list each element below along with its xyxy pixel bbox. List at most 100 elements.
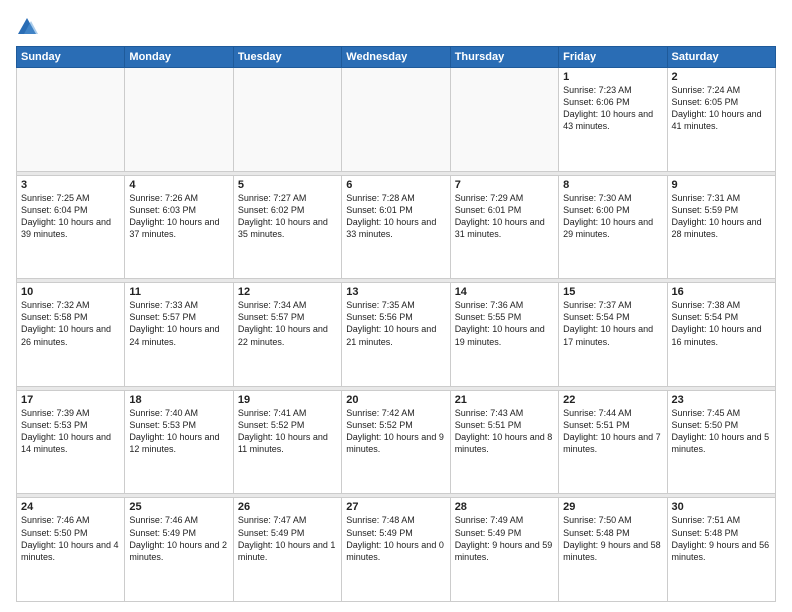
day-number: 29 <box>563 501 662 513</box>
calendar-cell: 28Sunrise: 7:49 AM Sunset: 5:49 PM Dayli… <box>450 498 558 602</box>
calendar-cell <box>17 68 125 172</box>
weekday-header-sunday: Sunday <box>17 47 125 68</box>
calendar-cell: 14Sunrise: 7:36 AM Sunset: 5:55 PM Dayli… <box>450 283 558 387</box>
weekday-header-thursday: Thursday <box>450 47 558 68</box>
day-info: Sunrise: 7:36 AM Sunset: 5:55 PM Dayligh… <box>455 299 554 348</box>
calendar-cell: 20Sunrise: 7:42 AM Sunset: 5:52 PM Dayli… <box>342 390 450 494</box>
day-info: Sunrise: 7:47 AM Sunset: 5:49 PM Dayligh… <box>238 514 337 563</box>
calendar-cell: 12Sunrise: 7:34 AM Sunset: 5:57 PM Dayli… <box>233 283 341 387</box>
day-info: Sunrise: 7:31 AM Sunset: 5:59 PM Dayligh… <box>672 192 771 241</box>
day-info: Sunrise: 7:27 AM Sunset: 6:02 PM Dayligh… <box>238 192 337 241</box>
day-number: 5 <box>238 179 337 191</box>
calendar-cell: 26Sunrise: 7:47 AM Sunset: 5:49 PM Dayli… <box>233 498 341 602</box>
calendar-cell: 30Sunrise: 7:51 AM Sunset: 5:48 PM Dayli… <box>667 498 775 602</box>
day-info: Sunrise: 7:30 AM Sunset: 6:00 PM Dayligh… <box>563 192 662 241</box>
day-info: Sunrise: 7:42 AM Sunset: 5:52 PM Dayligh… <box>346 407 445 456</box>
calendar-cell: 7Sunrise: 7:29 AM Sunset: 6:01 PM Daylig… <box>450 175 558 279</box>
calendar-cell: 16Sunrise: 7:38 AM Sunset: 5:54 PM Dayli… <box>667 283 775 387</box>
day-number: 6 <box>346 179 445 191</box>
calendar-cell: 27Sunrise: 7:48 AM Sunset: 5:49 PM Dayli… <box>342 498 450 602</box>
day-info: Sunrise: 7:49 AM Sunset: 5:49 PM Dayligh… <box>455 514 554 563</box>
day-info: Sunrise: 7:43 AM Sunset: 5:51 PM Dayligh… <box>455 407 554 456</box>
day-number: 24 <box>21 501 120 513</box>
logo-icon <box>16 16 38 38</box>
day-number: 14 <box>455 286 554 298</box>
day-number: 9 <box>672 179 771 191</box>
calendar-cell: 15Sunrise: 7:37 AM Sunset: 5:54 PM Dayli… <box>559 283 667 387</box>
calendar-cell: 25Sunrise: 7:46 AM Sunset: 5:49 PM Dayli… <box>125 498 233 602</box>
calendar-cell: 6Sunrise: 7:28 AM Sunset: 6:01 PM Daylig… <box>342 175 450 279</box>
day-number: 15 <box>563 286 662 298</box>
day-number: 16 <box>672 286 771 298</box>
calendar-week-2: 3Sunrise: 7:25 AM Sunset: 6:04 PM Daylig… <box>17 175 776 279</box>
calendar-cell <box>233 68 341 172</box>
day-info: Sunrise: 7:38 AM Sunset: 5:54 PM Dayligh… <box>672 299 771 348</box>
day-number: 25 <box>129 501 228 513</box>
day-number: 1 <box>563 71 662 83</box>
calendar-week-1: 1Sunrise: 7:23 AM Sunset: 6:06 PM Daylig… <box>17 68 776 172</box>
day-info: Sunrise: 7:46 AM Sunset: 5:50 PM Dayligh… <box>21 514 120 563</box>
day-info: Sunrise: 7:37 AM Sunset: 5:54 PM Dayligh… <box>563 299 662 348</box>
day-number: 11 <box>129 286 228 298</box>
weekday-header-wednesday: Wednesday <box>342 47 450 68</box>
day-info: Sunrise: 7:51 AM Sunset: 5:48 PM Dayligh… <box>672 514 771 563</box>
calendar-cell: 10Sunrise: 7:32 AM Sunset: 5:58 PM Dayli… <box>17 283 125 387</box>
day-info: Sunrise: 7:35 AM Sunset: 5:56 PM Dayligh… <box>346 299 445 348</box>
day-number: 8 <box>563 179 662 191</box>
day-info: Sunrise: 7:32 AM Sunset: 5:58 PM Dayligh… <box>21 299 120 348</box>
calendar-cell: 8Sunrise: 7:30 AM Sunset: 6:00 PM Daylig… <box>559 175 667 279</box>
day-info: Sunrise: 7:41 AM Sunset: 5:52 PM Dayligh… <box>238 407 337 456</box>
calendar-cell: 21Sunrise: 7:43 AM Sunset: 5:51 PM Dayli… <box>450 390 558 494</box>
day-info: Sunrise: 7:48 AM Sunset: 5:49 PM Dayligh… <box>346 514 445 563</box>
calendar-cell: 23Sunrise: 7:45 AM Sunset: 5:50 PM Dayli… <box>667 390 775 494</box>
day-number: 7 <box>455 179 554 191</box>
calendar-week-5: 24Sunrise: 7:46 AM Sunset: 5:50 PM Dayli… <box>17 498 776 602</box>
day-info: Sunrise: 7:44 AM Sunset: 5:51 PM Dayligh… <box>563 407 662 456</box>
day-number: 10 <box>21 286 120 298</box>
day-number: 3 <box>21 179 120 191</box>
day-info: Sunrise: 7:24 AM Sunset: 6:05 PM Dayligh… <box>672 84 771 133</box>
day-info: Sunrise: 7:28 AM Sunset: 6:01 PM Dayligh… <box>346 192 445 241</box>
weekday-header-row: SundayMondayTuesdayWednesdayThursdayFrid… <box>17 47 776 68</box>
weekday-header-monday: Monday <box>125 47 233 68</box>
day-info: Sunrise: 7:40 AM Sunset: 5:53 PM Dayligh… <box>129 407 228 456</box>
day-info: Sunrise: 7:34 AM Sunset: 5:57 PM Dayligh… <box>238 299 337 348</box>
calendar-cell: 9Sunrise: 7:31 AM Sunset: 5:59 PM Daylig… <box>667 175 775 279</box>
day-number: 18 <box>129 394 228 406</box>
day-info: Sunrise: 7:33 AM Sunset: 5:57 PM Dayligh… <box>129 299 228 348</box>
day-info: Sunrise: 7:50 AM Sunset: 5:48 PM Dayligh… <box>563 514 662 563</box>
day-number: 4 <box>129 179 228 191</box>
day-number: 19 <box>238 394 337 406</box>
calendar-cell: 5Sunrise: 7:27 AM Sunset: 6:02 PM Daylig… <box>233 175 341 279</box>
calendar-cell: 19Sunrise: 7:41 AM Sunset: 5:52 PM Dayli… <box>233 390 341 494</box>
day-number: 23 <box>672 394 771 406</box>
calendar-cell: 29Sunrise: 7:50 AM Sunset: 5:48 PM Dayli… <box>559 498 667 602</box>
calendar-cell: 22Sunrise: 7:44 AM Sunset: 5:51 PM Dayli… <box>559 390 667 494</box>
day-number: 21 <box>455 394 554 406</box>
day-number: 26 <box>238 501 337 513</box>
calendar-cell <box>342 68 450 172</box>
calendar-cell: 2Sunrise: 7:24 AM Sunset: 6:05 PM Daylig… <box>667 68 775 172</box>
header <box>16 16 776 38</box>
day-number: 12 <box>238 286 337 298</box>
day-info: Sunrise: 7:25 AM Sunset: 6:04 PM Dayligh… <box>21 192 120 241</box>
calendar-cell: 4Sunrise: 7:26 AM Sunset: 6:03 PM Daylig… <box>125 175 233 279</box>
calendar-cell: 24Sunrise: 7:46 AM Sunset: 5:50 PM Dayli… <box>17 498 125 602</box>
calendar-cell: 18Sunrise: 7:40 AM Sunset: 5:53 PM Dayli… <box>125 390 233 494</box>
calendar-cell: 11Sunrise: 7:33 AM Sunset: 5:57 PM Dayli… <box>125 283 233 387</box>
page: SundayMondayTuesdayWednesdayThursdayFrid… <box>0 0 792 612</box>
calendar-week-3: 10Sunrise: 7:32 AM Sunset: 5:58 PM Dayli… <box>17 283 776 387</box>
day-number: 17 <box>21 394 120 406</box>
logo <box>16 16 42 38</box>
calendar-cell: 13Sunrise: 7:35 AM Sunset: 5:56 PM Dayli… <box>342 283 450 387</box>
calendar-cell: 3Sunrise: 7:25 AM Sunset: 6:04 PM Daylig… <box>17 175 125 279</box>
weekday-header-tuesday: Tuesday <box>233 47 341 68</box>
day-number: 2 <box>672 71 771 83</box>
weekday-header-friday: Friday <box>559 47 667 68</box>
day-info: Sunrise: 7:46 AM Sunset: 5:49 PM Dayligh… <box>129 514 228 563</box>
day-info: Sunrise: 7:26 AM Sunset: 6:03 PM Dayligh… <box>129 192 228 241</box>
day-info: Sunrise: 7:45 AM Sunset: 5:50 PM Dayligh… <box>672 407 771 456</box>
day-number: 28 <box>455 501 554 513</box>
day-number: 22 <box>563 394 662 406</box>
day-number: 20 <box>346 394 445 406</box>
